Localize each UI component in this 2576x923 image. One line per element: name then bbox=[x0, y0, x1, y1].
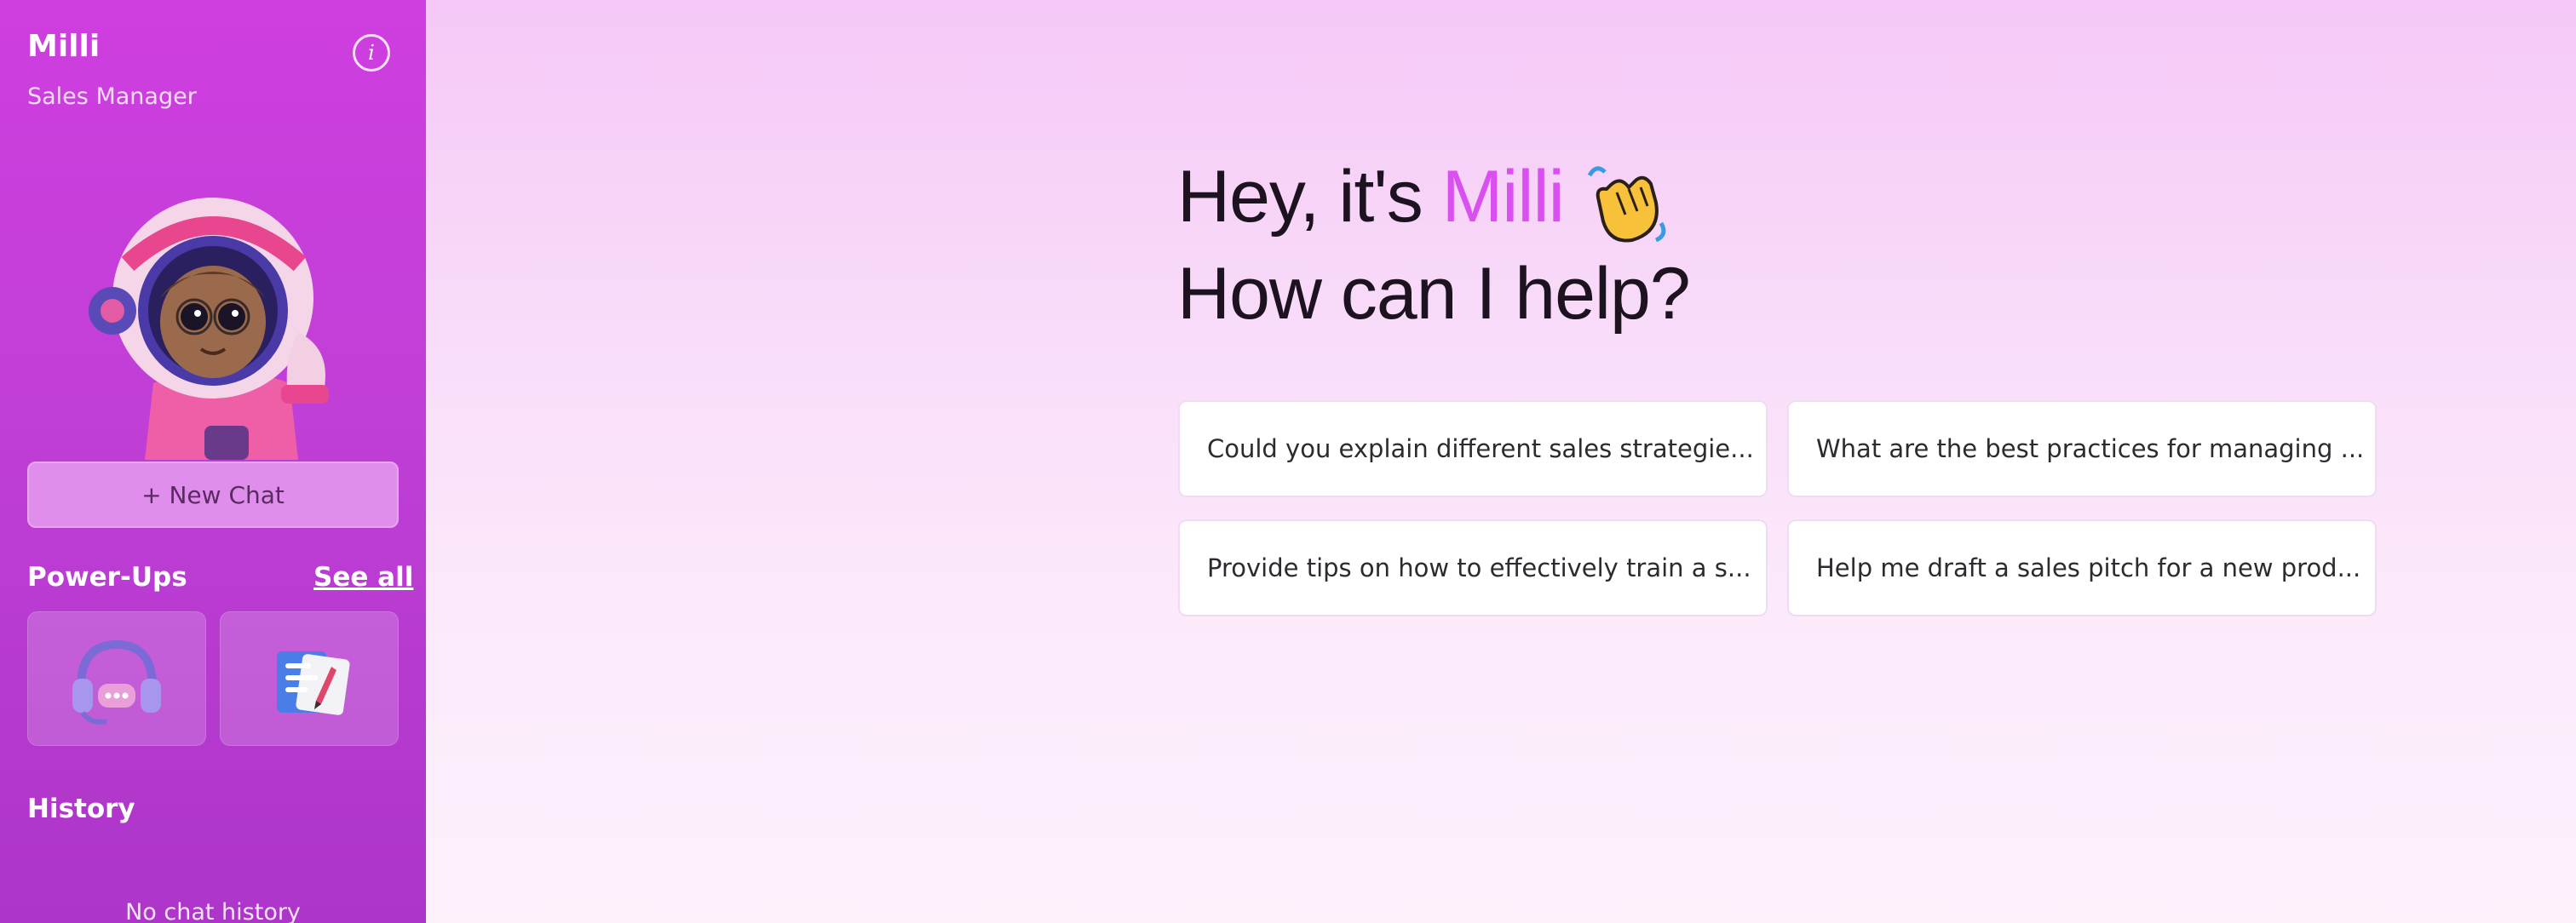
greeting-name: Milli bbox=[1441, 156, 1565, 238]
greeting: Hey, it's Milli How can I help? bbox=[1177, 152, 1691, 339]
suggestion-card[interactable]: Provide tips on how to effectively train… bbox=[1178, 519, 1768, 616]
sidebar: Milli Sales Manager i + New Chat Power-U… bbox=[0, 0, 426, 923]
greeting-line1: Hey, it's Milli bbox=[1177, 152, 1690, 249]
document-pen-icon bbox=[277, 651, 350, 715]
no-history-text: No chat history bbox=[125, 899, 301, 923]
headset-icon bbox=[72, 639, 161, 725]
agent-name: Milli bbox=[27, 29, 101, 64]
powerups-title: Power-Ups bbox=[27, 562, 187, 593]
agent-role: Sales Manager bbox=[27, 83, 197, 110]
history-title: History bbox=[27, 794, 135, 824]
powerup-document[interactable] bbox=[220, 611, 399, 746]
see-all-link[interactable]: See all bbox=[313, 562, 413, 593]
info-icon[interactable]: i bbox=[353, 34, 390, 72]
greeting-line2: How can I help? bbox=[1177, 253, 1691, 335]
new-chat-button[interactable]: + New Chat bbox=[27, 462, 399, 528]
greeting-prefix: Hey, it's bbox=[1177, 156, 1442, 238]
suggestion-card[interactable]: What are the best practices for managing… bbox=[1787, 400, 2377, 497]
suggestion-card[interactable]: Could you explain different sales strate… bbox=[1178, 400, 1768, 497]
astronaut-avatar bbox=[89, 198, 329, 460]
waving-hand-icon bbox=[1587, 166, 1666, 243]
powerup-headset[interactable] bbox=[27, 611, 206, 746]
suggestion-card[interactable]: Help me draft a sales pitch for a new pr… bbox=[1787, 519, 2377, 616]
